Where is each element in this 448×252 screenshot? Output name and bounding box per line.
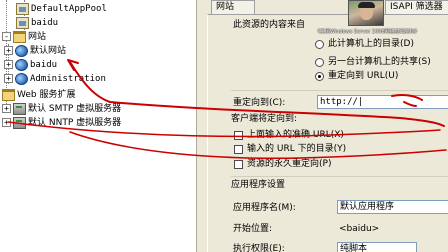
divider	[231, 176, 448, 177]
tree-item-site[interactable]: + Administration	[4, 72, 106, 85]
website-globe-icon	[15, 58, 28, 71]
tree-item-site[interactable]: + baidu	[4, 58, 57, 71]
app-name-label: 应用程序名(M):	[233, 203, 296, 213]
tree-item-label: 默认网站	[30, 45, 67, 56]
website-globe-icon	[15, 44, 28, 57]
content-source-heading: 此资源的内容来自	[233, 20, 306, 30]
execute-permissions-label: 执行权限(E):	[233, 244, 285, 252]
folder-icon	[2, 88, 15, 101]
video-caption: 《实例Windows Server 2008网络基础架构》	[315, 29, 420, 35]
collapse-icon[interactable]: -	[2, 32, 11, 41]
tree-item-label: baidu	[31, 17, 59, 28]
redirect-to-label: 重定向到(C):	[233, 98, 286, 108]
properties-dialog: 网站 ISAPI 筛选器 此资源的内容来自 此计算机上的目录(D) 另一台计算机…	[196, 0, 448, 252]
tree-item-app-pool[interactable]: DefaultAppPool	[16, 2, 107, 15]
client-redirect-heading: 客户端将定向到:	[231, 114, 298, 124]
expand-icon[interactable]: +	[4, 60, 13, 69]
checkbox-directory-below-label: 输入的 URL 下的目录(Y)	[247, 144, 347, 154]
radio-redirect-url-label: 重定向到 URL(U)	[328, 71, 399, 81]
app-settings-heading: 应用程序设置	[231, 180, 286, 190]
app-pool-icon	[16, 16, 29, 29]
tree-item-label: 网站	[28, 31, 47, 42]
expand-icon[interactable]: +	[2, 104, 11, 113]
tab-isapi-filters[interactable]: ISAPI 筛选器	[385, 0, 448, 14]
app-name-input[interactable]: 默认应用程序	[337, 200, 448, 214]
tree-item-web-service-extensions[interactable]: Web 服务扩展	[2, 88, 75, 101]
tree-item-label: 默认 SMTP 虚拟服务器	[28, 103, 122, 114]
checkbox-permanent-redirect[interactable]	[234, 160, 243, 169]
tree-item-label: DefaultAppPool	[31, 3, 107, 14]
expand-icon[interactable]: +	[4, 46, 13, 55]
iis-tree-pane[interactable]: DefaultAppPool baidu - 网站 + 默认网站 + baidu…	[0, 0, 196, 252]
tree-item-label: 默认 NNTP 虚拟服务器	[28, 117, 122, 128]
redirect-url-input[interactable]: http://|	[317, 95, 448, 109]
tree-item-nntp[interactable]: + 默认 NNTP 虚拟服务器	[2, 116, 121, 129]
checkbox-directory-below[interactable]	[234, 145, 243, 154]
execute-permissions-select[interactable]: 纯脚本	[337, 242, 417, 252]
app-pool-icon	[16, 2, 29, 15]
checkbox-permanent-redirect-label: 资源的永久重定向(P)	[247, 159, 332, 169]
start-position-value: <baidu>	[339, 224, 380, 234]
checkbox-exact-url-label: 上面输入的准确 URL(X)	[247, 130, 344, 140]
radio-network-share[interactable]	[315, 58, 324, 67]
expand-icon[interactable]: +	[2, 118, 11, 127]
start-position-label: 开始位置:	[233, 224, 273, 234]
tree-item-label: Web 服务扩展	[17, 89, 76, 100]
divider	[231, 90, 448, 91]
radio-redirect-url[interactable]	[315, 72, 324, 81]
checkbox-exact-url[interactable]	[234, 131, 243, 140]
radio-network-share-label: 另一台计算机上的共享(S)	[328, 57, 431, 67]
tree-item-label: baidu	[30, 59, 58, 70]
expand-icon[interactable]: +	[4, 74, 13, 83]
radio-local-directory[interactable]	[315, 40, 324, 49]
tab-website[interactable]: 网站	[211, 0, 255, 14]
tree-item-site[interactable]: + 默认网站	[4, 44, 66, 57]
tree-item-app-pool[interactable]: baidu	[16, 16, 58, 29]
server-icon	[13, 116, 26, 129]
website-globe-icon	[15, 72, 28, 85]
tree-item-websites[interactable]: - 网站	[2, 30, 46, 43]
presenter-photo	[348, 0, 384, 26]
tree-item-label: Administration	[30, 73, 106, 84]
radio-local-directory-label: 此计算机上的目录(D)	[328, 39, 414, 49]
server-icon	[13, 102, 26, 115]
folder-icon	[13, 30, 26, 43]
tree-item-smtp[interactable]: + 默认 SMTP 虚拟服务器	[2, 102, 121, 115]
